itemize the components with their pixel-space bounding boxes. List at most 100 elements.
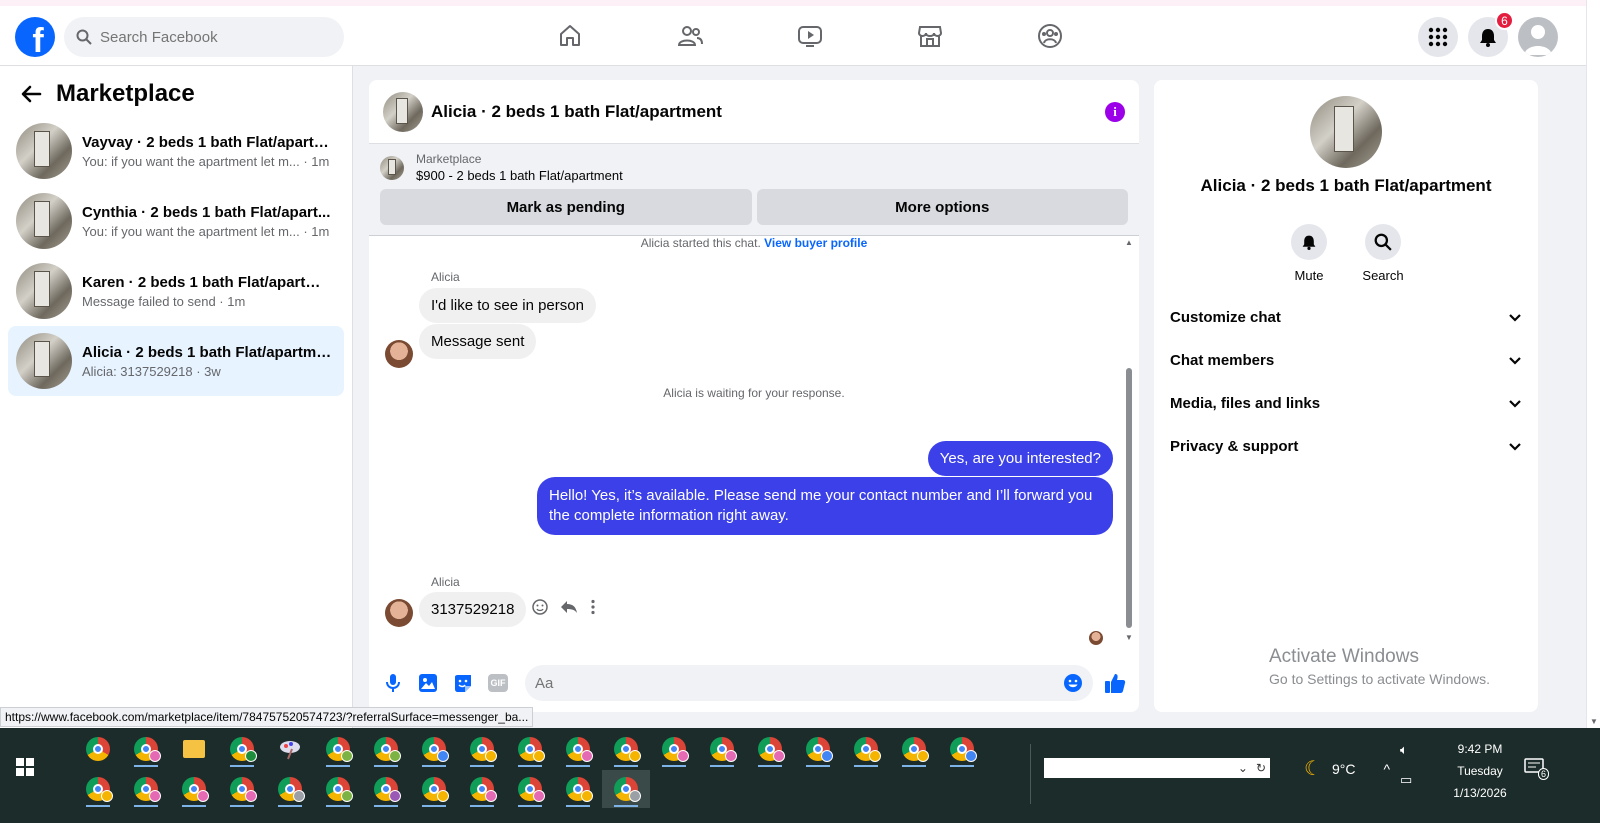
more-options-button[interactable]: More options — [756, 189, 1128, 225]
conversation-item[interactable]: Vayvay · 2 beds 1 bath Flat/apartm... Yo… — [8, 116, 344, 186]
more-vertical-icon[interactable] — [590, 599, 596, 615]
message-input[interactable] — [535, 674, 1063, 692]
reply-icon[interactable] — [560, 599, 578, 615]
chrome-profile-app[interactable] — [506, 730, 554, 768]
notification-center-button[interactable]: 6 — [1524, 758, 1550, 781]
chrome-profile-app[interactable] — [842, 730, 890, 768]
taskbar-address-box[interactable]: ⌄ ↻ — [1044, 758, 1270, 778]
chrome-profile-app[interactable] — [650, 730, 698, 768]
listing-price[interactable]: $900 - 2 beds 1 bath Flat/apartment — [416, 168, 623, 183]
outgoing-message[interactable]: Hello! Yes, it’s available. Please send … — [537, 477, 1113, 535]
chrome-profile-app[interactable] — [266, 770, 314, 808]
emoji-icon[interactable] — [1063, 673, 1083, 693]
scroll-up-arrow[interactable]: ▲ — [1125, 238, 1133, 247]
file-explorer-app[interactable] — [170, 730, 218, 768]
sender-avatar[interactable] — [385, 599, 413, 627]
search-icon — [1374, 233, 1392, 251]
chrome-profile-app[interactable] — [554, 770, 602, 808]
chrome-profile-app[interactable] — [362, 770, 410, 808]
profile-avatar[interactable] — [1518, 17, 1558, 57]
chrome-profile-app[interactable] — [746, 730, 794, 768]
chrome-profile-app[interactable] — [314, 770, 362, 808]
refresh-icon[interactable]: ↻ — [1256, 761, 1266, 775]
listing-banner: Marketplace $900 - 2 beds 1 bath Flat/ap… — [369, 144, 1139, 236]
scroll-down-arrow[interactable]: ▼ — [1125, 633, 1133, 642]
chrome-profile-app[interactable] — [410, 770, 458, 808]
network-icon[interactable]: ▭ — [1400, 772, 1412, 788]
back-arrow-icon[interactable] — [20, 83, 42, 105]
search-box[interactable] — [64, 17, 344, 57]
chat-thumbnail[interactable] — [383, 91, 423, 132]
menu-button[interactable] — [1418, 17, 1458, 57]
weather-widget[interactable]: ☾ 9°C ^ — [1304, 756, 1390, 781]
chrome-profile-app[interactable] — [218, 730, 266, 768]
system-clock[interactable]: 9:42 PM Tuesday 1/13/2026 — [1432, 738, 1528, 804]
chrome-profile-app[interactable] — [458, 770, 506, 808]
chrome-profile-app[interactable] — [170, 770, 218, 808]
chrome-profile-app[interactable] — [506, 770, 554, 808]
message-input-wrapper[interactable] — [525, 665, 1093, 701]
chrome-profile-app[interactable] — [938, 730, 986, 768]
chat-scrollbar[interactable]: ▲ ▼ — [1125, 236, 1133, 656]
chevron-down-icon[interactable]: ⌄ — [1238, 761, 1248, 775]
chrome-profile-app[interactable] — [554, 730, 602, 768]
sender-avatar[interactable] — [385, 340, 413, 368]
chat-members-section[interactable]: Chat members — [1162, 339, 1530, 382]
incoming-message[interactable]: 3137529218 — [419, 592, 527, 627]
paint-app[interactable] — [266, 730, 314, 768]
facebook-logo[interactable]: f — [15, 17, 55, 57]
search-button[interactable] — [1365, 224, 1401, 260]
mute-action[interactable]: Mute — [1289, 224, 1329, 283]
customize-chat-section[interactable]: Customize chat — [1162, 296, 1530, 339]
friends-tab[interactable] — [630, 14, 750, 58]
page-scrollbar[interactable]: ▼ — [1586, 0, 1600, 728]
search-action[interactable]: Search — [1362, 224, 1404, 283]
chrome-profile-app-active[interactable] — [602, 770, 650, 808]
like-button[interactable] — [1103, 671, 1127, 695]
chrome-profile-app[interactable] — [794, 730, 842, 768]
chrome-profile-app[interactable] — [122, 770, 170, 808]
windows-start-icon[interactable] — [16, 758, 34, 776]
chrome-profile-app[interactable] — [602, 730, 650, 768]
chrome-profile-app[interactable] — [74, 770, 122, 808]
home-tab[interactable] — [510, 14, 630, 58]
chrome-profile-app[interactable] — [122, 730, 170, 768]
sticker-button[interactable] — [451, 671, 475, 695]
running-indicator — [806, 765, 830, 767]
chrome-profile-app[interactable] — [410, 730, 458, 768]
listing-thumbnail[interactable] — [380, 155, 404, 180]
voice-clip-button[interactable] — [381, 671, 405, 695]
chrome-profile-app[interactable] — [314, 730, 362, 768]
search-input[interactable] — [100, 28, 320, 46]
chrome-profile-app[interactable] — [890, 730, 938, 768]
view-buyer-profile-link[interactable]: View buyer profile — [764, 236, 867, 250]
mute-button[interactable] — [1291, 224, 1327, 260]
groups-tab[interactable] — [990, 14, 1110, 58]
conversation-item-active[interactable]: Alicia · 2 beds 1 bath Flat/apartment Al… — [8, 326, 344, 396]
mark-as-pending-button[interactable]: Mark as pending — [380, 189, 752, 225]
notifications-button[interactable]: 6 — [1468, 11, 1514, 57]
chevron-up-icon[interactable]: ^ — [1383, 761, 1390, 777]
attach-photo-button[interactable] — [416, 671, 440, 695]
listing-avatar[interactable] — [1310, 96, 1382, 168]
scroll-thumb[interactable] — [1126, 368, 1132, 628]
conversation-item[interactable]: Cynthia · 2 beds 1 bath Flat/apart... Yo… — [8, 186, 344, 256]
video-tab[interactable] — [750, 14, 870, 58]
chrome-profile-app[interactable] — [218, 770, 266, 808]
gif-button[interactable]: GIF — [486, 671, 510, 695]
info-icon[interactable]: i — [1105, 101, 1125, 122]
chrome-app[interactable] — [74, 730, 122, 768]
chrome-profile-app[interactable] — [458, 730, 506, 768]
chrome-profile-app[interactable] — [698, 730, 746, 768]
privacy-support-section[interactable]: Privacy & support — [1162, 425, 1530, 468]
incoming-message[interactable]: I'd like to see in person — [419, 288, 596, 323]
chrome-profile-app[interactable] — [362, 730, 410, 768]
conversation-item[interactable]: Karen · 2 beds 1 bath Flat/apartment Mes… — [8, 256, 344, 326]
marketplace-tab[interactable] — [870, 14, 990, 58]
scroll-down-arrow[interactable]: ▼ — [1590, 717, 1598, 726]
incoming-message[interactable]: Message sent — [419, 324, 537, 359]
speaker-icon[interactable]: 🔈︎ — [1400, 742, 1408, 758]
media-files-links-section[interactable]: Media, files and links — [1162, 382, 1530, 425]
outgoing-message[interactable]: Yes, are you interested? — [927, 441, 1113, 476]
emoji-react-icon[interactable] — [532, 599, 548, 615]
